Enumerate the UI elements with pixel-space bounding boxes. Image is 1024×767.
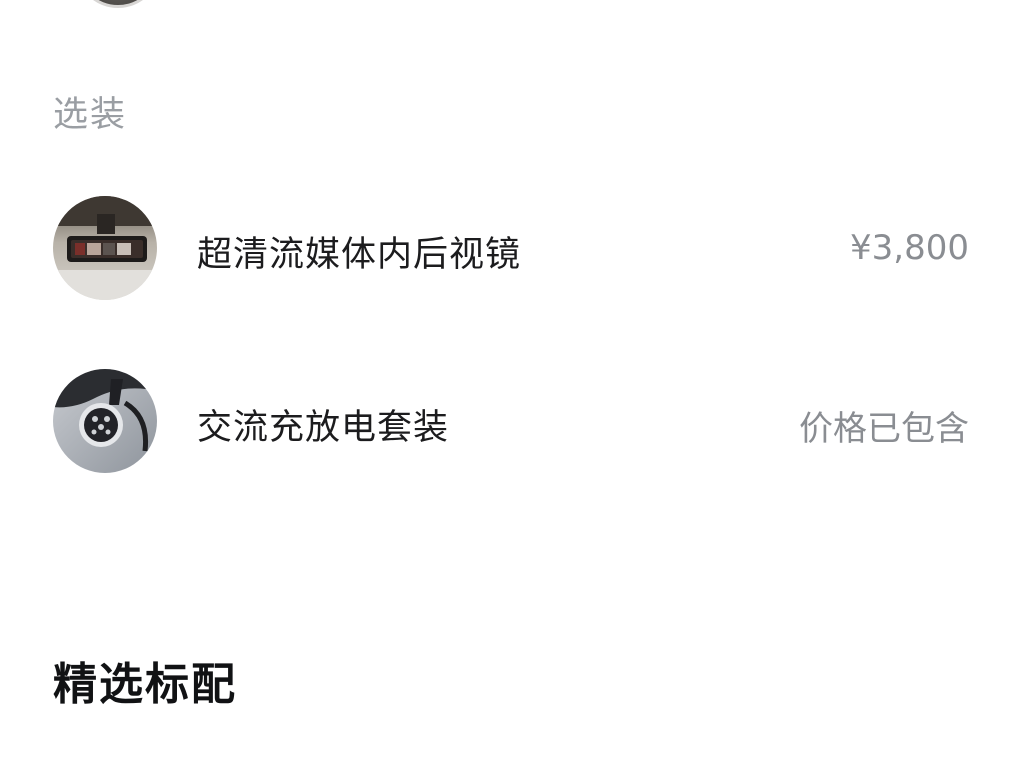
options-section-title: 选装 [53,95,128,135]
charging-port-photo-icon [53,369,157,473]
option-name: 交流充放电套装 [197,408,450,448]
option-name: 超清流媒体内后视镜 [197,235,522,275]
option-item-rearview-mirror[interactable]: 超清流媒体内后视镜 ¥3,800 [0,196,1024,300]
option-price-included: 价格已包含 [799,409,969,449]
options-page: 选装 超清流媒体内后视镜 ¥3,800 交流充放电套装 价格已包含 精选标配 [0,0,1024,767]
option-item-ac-charging-kit[interactable]: 交流充放电套装 价格已包含 [0,369,1024,473]
option-price: ¥3,800 [850,228,969,268]
previous-item-thumbnail [75,0,161,8]
rearview-mirror-photo-icon [53,196,157,300]
featured-standard-section-title: 精选标配 [53,659,237,710]
